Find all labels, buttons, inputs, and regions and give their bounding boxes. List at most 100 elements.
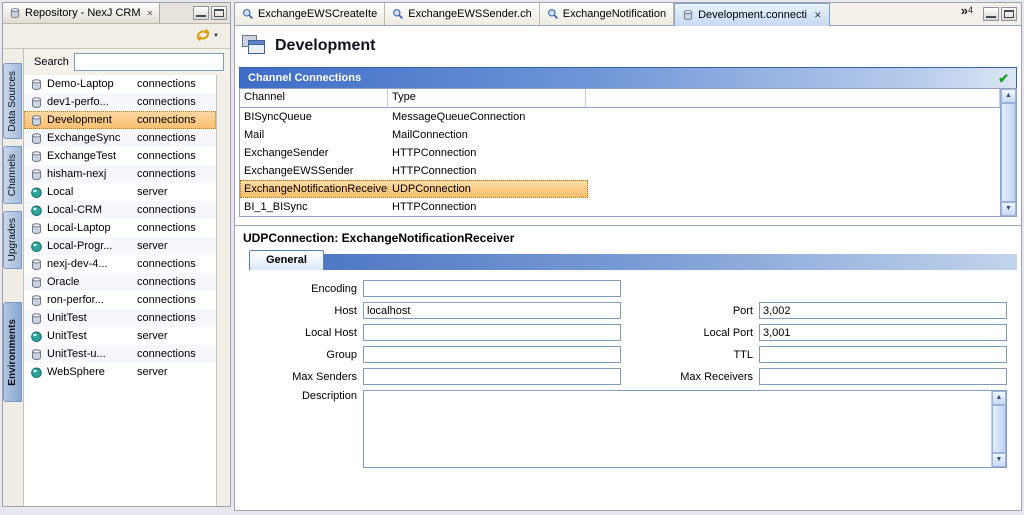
list-item[interactable]: Local-Progr...server [24, 237, 216, 255]
table-row[interactable]: ExchangeEWSSenderHTTPConnection [240, 162, 1000, 180]
tab-general[interactable]: General [249, 250, 324, 270]
scroll-down-button[interactable]: ▼ [1001, 202, 1016, 216]
list-item[interactable]: hisham-nexjconnections [24, 165, 216, 183]
list-item[interactable]: Demo-Laptopconnections [24, 75, 216, 93]
server-icon [30, 186, 43, 199]
host-label: Host [239, 305, 363, 317]
list-item[interactable]: UnitTestserver [24, 327, 216, 345]
list-scrollbar[interactable] [216, 75, 230, 506]
host-field[interactable] [363, 302, 621, 319]
list-item[interactable]: Oracleconnections [24, 273, 216, 291]
view-minimize-button[interactable] [193, 6, 209, 20]
table-row[interactable]: MailMailConnection [240, 126, 1000, 144]
local-host-field[interactable] [363, 324, 621, 341]
view-controls [193, 3, 230, 23]
list-item[interactable]: dev1-perfo...connections [24, 93, 216, 111]
list-item[interactable]: Local-CRMconnections [24, 201, 216, 219]
ttl-field[interactable] [759, 346, 1007, 363]
scroll-down-button[interactable]: ▼ [992, 453, 1006, 467]
column-header-empty [586, 89, 1000, 107]
form-row: Encoding [239, 280, 1017, 297]
editor-minimize-button[interactable] [983, 7, 999, 21]
view-maximize-button[interactable] [211, 6, 227, 20]
form-row: Local Host Local Port [239, 324, 1017, 341]
sidebar-tab-channels[interactable]: Channels [3, 146, 22, 204]
table-row-selected[interactable]: ExchangeNotificationReceiverUDPConnectio… [240, 180, 1000, 198]
max-senders-field[interactable] [363, 368, 621, 385]
connections-icon [30, 258, 43, 271]
list-item[interactable]: Localserver [24, 183, 216, 201]
connections-file-icon [682, 9, 694, 21]
column-header-channel: Channel [240, 89, 388, 107]
scroll-track[interactable] [992, 405, 1006, 453]
connections-icon [30, 294, 43, 307]
view-close-icon[interactable]: ✕ [147, 9, 154, 18]
server-icon [30, 366, 43, 379]
scroll-up-button[interactable]: ▲ [1001, 89, 1016, 103]
search-row: Search [24, 49, 230, 75]
scroll-thumb[interactable] [992, 405, 1006, 453]
channel-table-inner: Channel Type BISyncQueueMessageQueueConn… [240, 89, 1000, 216]
connections-icon [30, 96, 43, 109]
connections-icon [30, 222, 43, 235]
list-item[interactable]: ExchangeSyncconnections [24, 129, 216, 147]
sidebar-tab-data-sources[interactable]: Data Sources [3, 63, 22, 139]
list-item[interactable]: ron-perfor...connections [24, 291, 216, 309]
connections-icon [30, 132, 43, 145]
table-header: Channel Type [240, 89, 1000, 108]
channel-connections-header: Channel Connections ✔ [239, 67, 1017, 88]
local-port-field[interactable] [759, 324, 1007, 341]
group-field[interactable] [363, 346, 621, 363]
editor-tab-development-connections[interactable]: Development.connecti ✕ [674, 3, 829, 26]
repository-view-tab[interactable]: Repository - NexJ CRM ✕ [3, 3, 160, 23]
editor-maximize-button[interactable] [1001, 7, 1017, 21]
table-row[interactable]: BI_1_BISyncHTTPConnection [240, 198, 1000, 216]
tab-close-icon[interactable]: ✕ [814, 10, 822, 21]
description-scrollbar[interactable]: ▲ ▼ [991, 391, 1006, 467]
tab-overflow-chevron[interactable]: » 4 [961, 3, 975, 25]
workbench: Repository - NexJ CRM ✕ ▼ Data Sources C… [0, 0, 1024, 515]
environment-panel: Search Demo-Laptopconnections dev1-perfo… [23, 49, 230, 506]
list-item[interactable]: nexj-dev-4...connections [24, 255, 216, 273]
list-item-selected[interactable]: Developmentconnections [24, 111, 216, 129]
form-row: Host Port [239, 302, 1017, 319]
max-senders-label: Max Senders [239, 371, 363, 383]
view-titlebar: Repository - NexJ CRM ✕ [3, 3, 230, 24]
description-textarea[interactable]: ▲ ▼ [363, 390, 1007, 468]
scroll-track[interactable] [1001, 103, 1016, 202]
editor-tab-exchangeewssender[interactable]: ExchangeEWSSender.ch [385, 3, 540, 25]
sync-dropdown-arrow-icon[interactable]: ▼ [213, 33, 219, 39]
editor-tab-exchangeewscreateite[interactable]: ExchangeEWSCreateIte [235, 3, 385, 25]
list-item[interactable]: ExchangeTestconnections [24, 147, 216, 165]
list-item[interactable]: UnitTestconnections [24, 309, 216, 327]
list-item[interactable]: Local-Laptopconnections [24, 219, 216, 237]
detail-title: UDPConnection: ExchangeNotificationRecei… [239, 226, 1017, 249]
local-host-label: Local Host [239, 327, 363, 339]
port-field[interactable] [759, 302, 1007, 319]
table-row[interactable]: ExchangeSenderHTTPConnection [240, 144, 1000, 162]
editor-body: Development Channel Connections ✔ Channe… [235, 26, 1021, 510]
sidebar-tab-environments[interactable]: Environments [3, 302, 22, 402]
sync-icon [195, 27, 211, 46]
table-row[interactable]: BISyncQueueMessageQueueConnection [240, 108, 1000, 126]
repository-icon [9, 7, 21, 19]
list-item[interactable]: UnitTest-u...connections [24, 345, 216, 363]
sidebar-tab-upgrades[interactable]: Upgrades [3, 211, 22, 269]
sync-button[interactable]: ▼ [194, 26, 220, 47]
page-header: Development [239, 30, 1017, 67]
form-row: Group TTL [239, 346, 1017, 363]
local-port-label: Local Port [639, 327, 759, 339]
max-receivers-field[interactable] [759, 368, 1007, 385]
encoding-field[interactable] [363, 280, 621, 297]
list-item[interactable]: WebSphereserver [24, 363, 216, 381]
environment-list: Demo-Laptopconnections dev1-perfo...conn… [24, 75, 216, 506]
encoding-label: Encoding [239, 283, 363, 295]
table-scrollbar[interactable]: ▲ ▼ [1000, 89, 1016, 216]
editor-tab-exchangenotification[interactable]: ExchangeNotification [540, 3, 674, 25]
scroll-up-button[interactable]: ▲ [992, 391, 1006, 405]
search-input[interactable] [74, 53, 224, 71]
server-icon [30, 204, 43, 217]
tab-gradient-strip [324, 254, 1017, 270]
server-icon [30, 240, 43, 253]
scroll-thumb[interactable] [1001, 103, 1016, 202]
